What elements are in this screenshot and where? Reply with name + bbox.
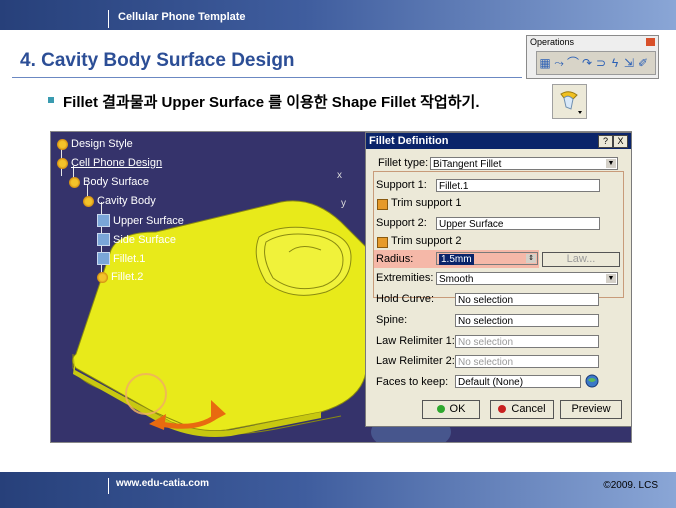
header-separator [108, 10, 109, 28]
cancel-button[interactable]: Cancel [490, 400, 554, 419]
extrapolate-icon[interactable]: ✐ [637, 55, 649, 71]
law-button[interactable]: Law... [542, 252, 620, 267]
surface-icon [97, 252, 110, 265]
gear-icon [57, 138, 68, 150]
gear-icon [83, 195, 94, 207]
fillet-type-label: Fillet type: [378, 157, 429, 169]
operations-toolbar: Operations ▦ ⤳ ⌒ ↷ ⊃ ϟ ⇲ ✐ [526, 35, 659, 79]
tree-item-cavity-body[interactable]: Cavity Body [83, 195, 156, 207]
join-icon[interactable]: ▦ [539, 55, 551, 71]
chevron-down-icon[interactable]: ▼ [606, 159, 616, 168]
extremities-select[interactable]: Smooth ▼ [436, 272, 618, 285]
hold-curve-label: Hold Curve: [376, 293, 435, 305]
operations-toolbar-title: Operations [530, 37, 575, 47]
trim-support1-label: Trim support 1 [391, 197, 462, 209]
tree-item-design-style[interactable]: Design Style [57, 138, 133, 150]
surface-icon [97, 214, 110, 227]
footer-separator [108, 478, 109, 494]
header-bar: Cellular Phone Template [0, 0, 676, 30]
transform-icon[interactable]: ⇲ [623, 55, 635, 71]
law-relimiter2-field: No selection [455, 355, 599, 368]
fillet-icon [97, 271, 108, 283]
gear-icon [69, 176, 80, 188]
tree-item-label: Cavity Body [97, 195, 156, 207]
trim-support1-checkbox[interactable] [377, 199, 388, 210]
support2-label: Support 2: [376, 217, 427, 229]
faces-to-keep-label: Faces to keep: [376, 376, 449, 388]
gear-icon [57, 157, 68, 169]
spine-field[interactable]: No selection [455, 314, 599, 327]
dialog-title-bar[interactable]: Fillet Definition ? X [366, 133, 631, 149]
trim-support2-checkbox[interactable] [377, 237, 388, 248]
footer-bar: www.edu-catia.com ©2009. LCS [0, 472, 676, 508]
spine-label: Spine: [376, 314, 408, 326]
template-title: Cellular Phone Template [118, 11, 246, 23]
heading-rule [12, 77, 522, 78]
footer-url[interactable]: www.edu-catia.com [116, 478, 209, 489]
bullet-marker [48, 97, 54, 103]
help-button[interactable]: ? [598, 135, 613, 148]
preview-button[interactable]: Preview [560, 400, 622, 419]
split-icon[interactable]: ϟ [609, 55, 621, 71]
tree-item-side-surface[interactable]: Side Surface [97, 233, 176, 246]
support2-field[interactable]: Upper Surface [436, 217, 600, 230]
tree-item-label: Design Style [71, 138, 133, 150]
support1-field[interactable]: Fillet.1 [436, 179, 600, 192]
law-relimiter1-field: No selection [455, 335, 599, 348]
tree-item-label: Body Surface [83, 176, 150, 188]
fillet-icon[interactable]: ⤳ [553, 55, 565, 71]
close-button[interactable]: X [613, 135, 628, 148]
cancel-button-label: Cancel [511, 403, 546, 415]
surface-icon [97, 233, 110, 246]
operations-icon-row: ▦ ⤳ ⌒ ↷ ⊃ ϟ ⇲ ✐ [536, 51, 656, 75]
tree-item-label: Side Surface [113, 233, 176, 246]
footer-copyright: ©2009. LCS [603, 480, 658, 491]
ok-button-label: OK [449, 403, 466, 415]
fillet-definition-dialog: Fillet Definition ? X Fillet type: BiTan… [365, 132, 632, 427]
fillet-type-select[interactable]: BiTangent Fillet ▼ [430, 157, 618, 170]
chevron-down-icon[interactable]: ▼ [606, 274, 616, 283]
slide-heading: 4. Cavity Body Surface Design [20, 50, 295, 71]
tree-item-label: Fillet.1 [113, 252, 146, 265]
trim-icon[interactable]: ↷ [581, 55, 593, 71]
cancel-icon [498, 405, 507, 413]
globe-icon[interactable] [584, 373, 600, 389]
law-relimiter1-label: Law Relimiter 1: [376, 335, 455, 347]
radius-value: 1.5mm [439, 254, 474, 265]
tree-item-cell-phone-design[interactable]: Cell Phone Design [57, 157, 162, 169]
support1-label: Support 1: [376, 179, 427, 191]
faces-to-keep-field[interactable]: Default (None) [455, 375, 581, 388]
axis-y-label: y [341, 198, 346, 209]
hold-curve-field[interactable]: No selection [455, 293, 599, 306]
ok-button[interactable]: OK [422, 400, 480, 419]
extract-icon[interactable]: ⊃ [595, 55, 607, 71]
shape-fillet-icon[interactable] [552, 84, 587, 119]
tree-item-label: Fillet.2 [111, 271, 144, 283]
extremities-label: Extremities: [376, 272, 434, 284]
fillet-type-value: BiTangent Fillet [433, 159, 502, 170]
radius-field[interactable]: 1.5mm ⇕ [436, 252, 538, 265]
bullet-text: Fillet 결과물과 Upper Surface 를 이용한 Shape Fi… [63, 94, 480, 111]
tree-item-fillet-1[interactable]: Fillet.1 [97, 252, 145, 265]
axis-x-label: x [337, 170, 342, 181]
law-relimiter2-label: Law Relimiter 2: [376, 355, 455, 367]
extremities-value: Smooth [439, 274, 474, 285]
tree-item-label: Cell Phone Design [71, 157, 163, 169]
tree-item-label: Upper Surface [113, 214, 184, 227]
tree-item-body-surface[interactable]: Body Surface [69, 176, 149, 188]
tree-item-upper-surface[interactable]: Upper Surface [97, 214, 184, 227]
spinner-icon[interactable]: ⇕ [526, 254, 536, 263]
blend-icon[interactable]: ⌒ [567, 55, 579, 71]
toolbar-close-icon[interactable] [646, 38, 655, 46]
dialog-title: Fillet Definition [369, 135, 449, 147]
trim-support2-label: Trim support 2 [391, 235, 462, 247]
ok-icon [436, 405, 445, 413]
radius-label: Radius: [376, 253, 414, 265]
tree-item-fillet-2[interactable]: Fillet.2 [97, 271, 143, 283]
